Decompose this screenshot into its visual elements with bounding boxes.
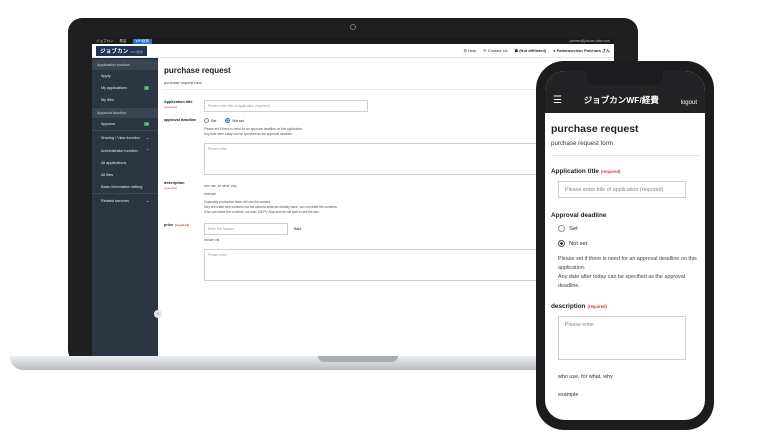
laptop-notch bbox=[318, 356, 398, 362]
field-label: Application title (required) bbox=[164, 100, 193, 109]
field-label: price (required) bbox=[164, 223, 190, 227]
price-unit: Baht bbox=[294, 227, 302, 231]
deadline-not-set-radio[interactable]: Not set bbox=[225, 118, 244, 123]
sidebar-item-apply[interactable]: Apply bbox=[92, 70, 158, 82]
description-hint: who use, for what, why bbox=[558, 374, 613, 380]
menu-icon[interactable]: ☰ bbox=[553, 95, 562, 106]
field-label: description (required) bbox=[551, 303, 607, 310]
field-label: Application title (required) bbox=[551, 168, 621, 175]
sidebar-item-admin[interactable]: Administrator function ⌃ bbox=[92, 144, 158, 157]
field-label: Approval deadline bbox=[551, 212, 607, 219]
sidebar-item-approve[interactable]: Approve 0 bbox=[92, 118, 158, 130]
affiliation-link[interactable]: ☗ (Not affiliated) bbox=[515, 48, 547, 54]
count-badge: 0 bbox=[144, 122, 149, 126]
deadline-help: Please set if there is need for an appro… bbox=[558, 256, 697, 289]
logout-button[interactable]: logout bbox=[681, 100, 697, 106]
field-label: description (required) bbox=[164, 181, 185, 190]
service-tab-wf[interactable]: WF/経費 bbox=[132, 38, 152, 44]
sidebar-group-approval[interactable]: Approval function bbox=[92, 108, 158, 118]
phone-notch bbox=[587, 71, 663, 85]
count-badge: 0 bbox=[144, 86, 149, 90]
sidebar-item-my-applications[interactable]: My applications 0 bbox=[92, 82, 158, 94]
app-logo[interactable]: ジョブカン WF/経費 bbox=[96, 45, 148, 56]
sidebar-item-basic-info[interactable]: Basic information setting bbox=[92, 181, 158, 193]
sidebar-item-related[interactable]: Related services ⌄ bbox=[92, 193, 158, 207]
collapse-sidebar-icon[interactable]: ‹ bbox=[154, 310, 162, 318]
account-email[interactable]: partner@jobcan-fake.com bbox=[570, 39, 610, 43]
description-textarea[interactable]: Please enter bbox=[558, 316, 686, 360]
laptop-camera bbox=[350, 24, 356, 30]
app-header: ジョブカン WF/経費 ⚙ Help ✆ Contact Us ☗ (Not af… bbox=[92, 44, 614, 58]
sidebar-item-all-applications[interactable]: All applications bbox=[92, 157, 158, 169]
header-links: ⚙ Help ✆ Contact Us ☗ (Not affiliated) ●… bbox=[463, 48, 610, 54]
chevron-up-icon: ⌃ bbox=[145, 149, 149, 153]
sidebar-item-my-files[interactable]: My files bbox=[92, 94, 158, 106]
chevron-down-icon: ⌄ bbox=[145, 199, 149, 203]
user-menu[interactable]: ● Pattaravichan Patchara さん bbox=[553, 48, 610, 54]
phone-form: purchase request purchase request form A… bbox=[545, 113, 705, 420]
service-tab-jobcan[interactable]: ジョブカン bbox=[96, 39, 114, 44]
application-title-input[interactable]: Please enter title of application (requi… bbox=[204, 100, 368, 112]
service-tab-attendance[interactable]: 勤怠 bbox=[120, 39, 127, 44]
deadline-set-radio[interactable]: Set bbox=[558, 225, 699, 232]
app-title: ジョブカンWF/経費 bbox=[583, 95, 659, 105]
field-label: approval deadline bbox=[164, 118, 197, 122]
chevron-down-icon: ⌄ bbox=[145, 136, 149, 140]
sidebar-group-application[interactable]: Application function bbox=[92, 60, 158, 70]
page-subtitle: purchase request form bbox=[551, 140, 699, 156]
price-input[interactable]: Enter the number bbox=[204, 223, 288, 235]
phone-screen: ☰ ジョブカンWF/経費 logout purchase request pur… bbox=[545, 71, 705, 420]
sidebar-item-sharing[interactable]: Sharing / View function ⌄ bbox=[92, 130, 158, 144]
sidebar-item-all-files[interactable]: All files bbox=[92, 169, 158, 181]
help-link[interactable]: ⚙ Help bbox=[463, 48, 476, 54]
page-title: purchase request bbox=[551, 123, 639, 135]
application-title-input[interactable]: Please enter title of application (requi… bbox=[558, 181, 686, 198]
contact-link[interactable]: ✆ Contact Us bbox=[483, 48, 507, 54]
description-example: example bbox=[558, 392, 579, 398]
deadline-not-set-radio[interactable]: Not set bbox=[558, 240, 699, 247]
phone-frame: ☰ ジョブカンWF/経費 logout purchase request pur… bbox=[536, 61, 714, 430]
deadline-set-radio[interactable]: Set bbox=[204, 118, 216, 123]
sidebar: Application function Apply My applicatio… bbox=[92, 58, 162, 358]
